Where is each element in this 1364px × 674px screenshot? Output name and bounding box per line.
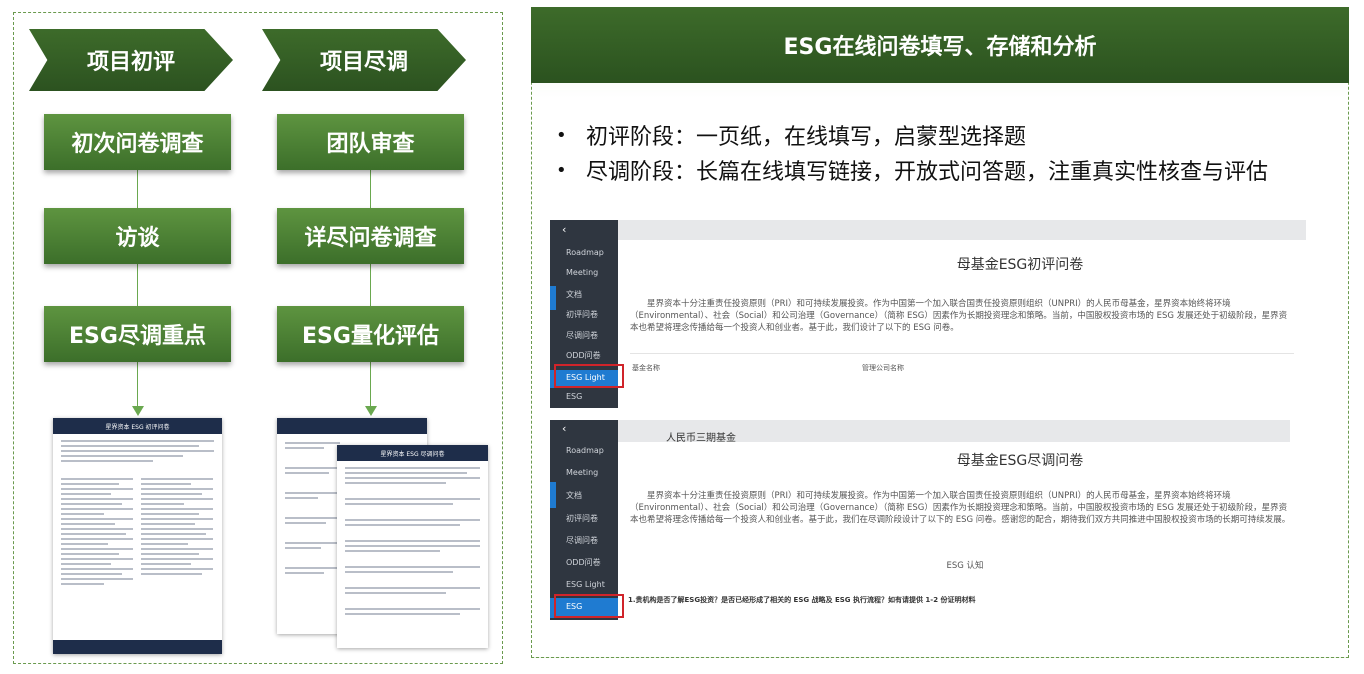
bullet-initial-stage: • 初评阶段：一页纸，在线填写，启蒙型选择题 bbox=[556, 124, 1027, 151]
sidebar-item-docs[interactable]: 文档 bbox=[566, 490, 582, 501]
dd-questionnaire-screenshot: 人民币三期基金 ‹ Roadmap Meeting 文档 初评问卷 尽调问卷 O… bbox=[550, 414, 1326, 620]
top-bar bbox=[550, 220, 1306, 240]
sidebar-item-meeting[interactable]: Meeting bbox=[566, 268, 598, 277]
dd-questionnaire-document: 星界资本 ESG 尽调问卷 bbox=[337, 445, 488, 648]
chevron-left-icon[interactable]: ‹ bbox=[562, 422, 566, 435]
document-title: 星界资本 ESG 初评问卷 bbox=[53, 418, 222, 434]
sidebar-item-odd-questionnaire[interactable]: ODD问卷 bbox=[566, 350, 601, 361]
connector-line bbox=[137, 170, 138, 410]
document-title: 星界资本 ESG 尽调问卷 bbox=[337, 445, 488, 461]
field-fund-name-label: 基金名称 bbox=[632, 364, 660, 372]
bullet-dd-stage: • 尽调阶段：长篇在线填写链接，开放式问答题，注重真实性核查与评估 bbox=[556, 159, 1269, 186]
questionnaire-title: 母基金ESG初评问卷 bbox=[956, 257, 1084, 273]
questionnaire-intro: 星界资本十分注重责任投资原则（PRI）和可持续发展投资。作为中国第一个加入联合国… bbox=[630, 491, 1291, 525]
sidebar-item-dd-questionnaire[interactable]: 尽调问卷 bbox=[566, 330, 598, 341]
sidebar-item-esg[interactable]: ESG bbox=[566, 392, 582, 401]
bullet-icon: • bbox=[556, 159, 567, 181]
sidebar-item-meeting[interactable]: Meeting bbox=[566, 468, 598, 477]
sidebar-item-esg-light[interactable]: ESG Light bbox=[566, 580, 605, 589]
sidebar-item-initial-questionnaire[interactable]: 初评问卷 bbox=[566, 513, 598, 524]
questionnaire-title: 母基金ESG尽调问卷 bbox=[956, 453, 1084, 469]
fund-name-label: 人民币三期基金 bbox=[666, 433, 736, 444]
step-interview: 访谈 bbox=[44, 208, 231, 264]
chevron-left-icon[interactable]: ‹ bbox=[562, 223, 566, 236]
step-initial-questionnaire: 初次问卷调查 bbox=[44, 114, 231, 170]
step-detailed-questionnaire: 详尽问卷调查 bbox=[277, 208, 464, 264]
sidebar: ‹ Roadmap Meeting 文档 初评问卷 尽调问卷 ODD问卷 ESG… bbox=[550, 420, 618, 620]
field-manager-name-label: 管理公司名称 bbox=[862, 364, 904, 372]
sidebar-item-initial-questionnaire[interactable]: 初评问卷 bbox=[566, 309, 598, 320]
sidebar-item-roadmap[interactable]: Roadmap bbox=[566, 446, 604, 455]
initial-questionnaire-document: 星界资本 ESG 初评问卷 bbox=[53, 418, 222, 654]
sidebar-item-roadmap[interactable]: Roadmap bbox=[566, 248, 604, 257]
panel-title: ESG在线问卷填写、存储和分析 bbox=[531, 7, 1349, 83]
connector-line bbox=[370, 170, 371, 410]
stage-initial-review: 项目初评 bbox=[29, 29, 233, 91]
stage-due-diligence: 项目尽调 bbox=[262, 29, 466, 91]
highlight-box bbox=[554, 364, 624, 388]
top-bar bbox=[550, 420, 1290, 442]
step-esg-dd-focus: ESG尽调重点 bbox=[44, 306, 231, 362]
step-team-review: 团队审查 bbox=[277, 114, 464, 170]
initial-questionnaire-screenshot: ‹ Roadmap Meeting 文档 初评问卷 尽调问卷 ODD问卷 ESG… bbox=[550, 212, 1326, 408]
arrow-down-icon bbox=[132, 406, 144, 416]
step-esg-quant-assessment: ESG量化评估 bbox=[277, 306, 464, 362]
sidebar-item-dd-questionnaire[interactable]: 尽调问卷 bbox=[566, 535, 598, 546]
question-1: 1.贵机构是否了解ESG投资？是否已经形成了相关的 ESG 战略及 ESG 执行… bbox=[628, 596, 976, 604]
bullet-icon: • bbox=[556, 124, 567, 146]
highlight-box bbox=[554, 594, 624, 618]
sidebar-item-docs[interactable]: 文档 bbox=[566, 289, 582, 300]
questionnaire-intro: 星界资本十分注重责任投资原则（PRI）和可持续发展投资。作为中国第一个加入联合国… bbox=[630, 299, 1288, 333]
section-esg-awareness: ESG 认知 bbox=[946, 561, 984, 571]
sidebar-item-odd-questionnaire[interactable]: ODD问卷 bbox=[566, 557, 601, 568]
arrow-down-icon bbox=[365, 406, 377, 416]
